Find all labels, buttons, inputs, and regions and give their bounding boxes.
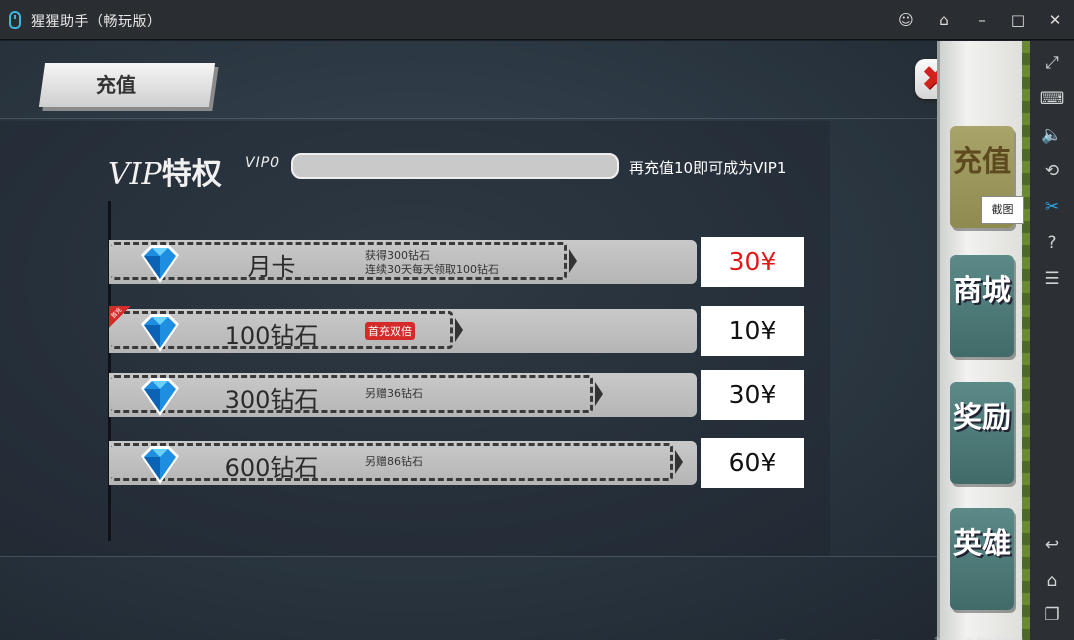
vip-title: VIP特权 (108, 149, 222, 193)
item-price[interactable]: 60¥ (701, 438, 804, 488)
scissors-icon[interactable]: ✂ (1038, 193, 1066, 221)
title-bar: 猩猩助手（畅玩版） ☺ ⌂ – □ ✕ (0, 0, 1074, 40)
arrow-icon (455, 318, 463, 342)
side-tab-panel: 充值 商城 奖励 英雄 (937, 41, 1030, 640)
recent-apps-icon[interactable]: ❐ (1038, 601, 1066, 629)
arrow-icon (595, 382, 603, 406)
item-name: 600钻石 (224, 454, 319, 482)
vip-title-latin: VIP (108, 157, 162, 192)
item-price[interactable]: 30¥ (701, 237, 804, 287)
window-title: 猩猩助手（畅玩版） (31, 14, 162, 30)
purchase-item-600-diamonds[interactable]: 600钻石 另赠86钻石 60¥ (109, 438, 804, 490)
emulator-toolbar: ⤢ ⌨ 🔈 ⟲ ✂ ? ☰ ↩ ⌂ ❐ (1030, 41, 1074, 640)
vip-progress-bar (291, 153, 619, 179)
item-description: 另赠86钻石 (365, 455, 423, 468)
purchase-item-monthly-card[interactable]: 月卡 获得300钻石 连续30天每天领取100钻石 30¥ (109, 237, 804, 289)
volume-icon[interactable]: 🔈 (1038, 121, 1066, 149)
vip-level: VIP0 (245, 155, 281, 171)
item-name: 300钻石 (224, 386, 319, 414)
tab-heroes[interactable]: 英雄 (950, 508, 1014, 610)
vip-title-cn: 特权 (161, 157, 222, 192)
minimize-icon[interactable]: – (972, 10, 992, 30)
item-price[interactable]: 30¥ (701, 370, 804, 420)
watermark: GameRes游资网 (768, 627, 1026, 640)
robot-icon[interactable]: ☺ (896, 10, 916, 30)
game-view: 充值 ✖ VIP特权 VIP0 再充值10即可成为VIP1 月卡 获得300钻石… (0, 41, 1030, 640)
page-title: 充值 (96, 73, 136, 97)
fullscreen-icon[interactable]: ⤢ (1038, 49, 1066, 77)
diamond-icon (141, 378, 179, 416)
item-description-line: 获得300钻石 (365, 249, 430, 262)
diamond-icon (141, 314, 179, 352)
back-icon[interactable]: ↩ (1038, 531, 1066, 559)
arrow-icon (675, 450, 683, 474)
close-icon[interactable]: ✕ (1045, 10, 1065, 30)
gift-icon[interactable]: ⌂ (934, 10, 954, 30)
first-recharge-double-badge: 首充双倍 (365, 322, 415, 340)
help-icon[interactable]: ? (1038, 229, 1066, 257)
home-icon[interactable]: ⌂ (1038, 567, 1066, 595)
arrow-icon (569, 249, 577, 273)
keyboard-icon[interactable]: ⌨ (1038, 85, 1066, 113)
tab-shop[interactable]: 商城 (950, 255, 1014, 357)
app-logo-icon (9, 11, 21, 29)
diamond-icon (141, 446, 179, 484)
vip-hint: 再充值10即可成为VIP1 (629, 159, 787, 177)
purchase-item-300-diamonds[interactable]: 300钻石 另赠36钻石 30¥ (109, 370, 804, 422)
item-description-line: 连续30天每天领取100钻石 (365, 263, 499, 276)
item-description: 另赠36钻石 (365, 387, 423, 400)
divider (0, 118, 940, 119)
item-name: 月卡 (247, 253, 296, 281)
maximize-icon[interactable]: □ (1008, 10, 1028, 30)
corner-ribbon: 首充 (109, 306, 131, 328)
item-description: 获得300钻石 连续30天每天领取100钻石 (365, 249, 499, 277)
screenshot-tooltip: 截图 (981, 196, 1024, 224)
diamond-icon (141, 245, 179, 283)
item-name: 100钻石 (224, 322, 319, 350)
divider (0, 556, 940, 557)
purchase-item-100-diamonds[interactable]: 首充 100钻石 首充双倍 10¥ (109, 306, 804, 358)
menu-icon[interactable]: ☰ (1038, 265, 1066, 293)
rotate-icon[interactable]: ⟲ (1038, 157, 1066, 185)
item-price[interactable]: 10¥ (701, 306, 804, 356)
tab-rewards[interactable]: 奖励 (950, 382, 1014, 484)
